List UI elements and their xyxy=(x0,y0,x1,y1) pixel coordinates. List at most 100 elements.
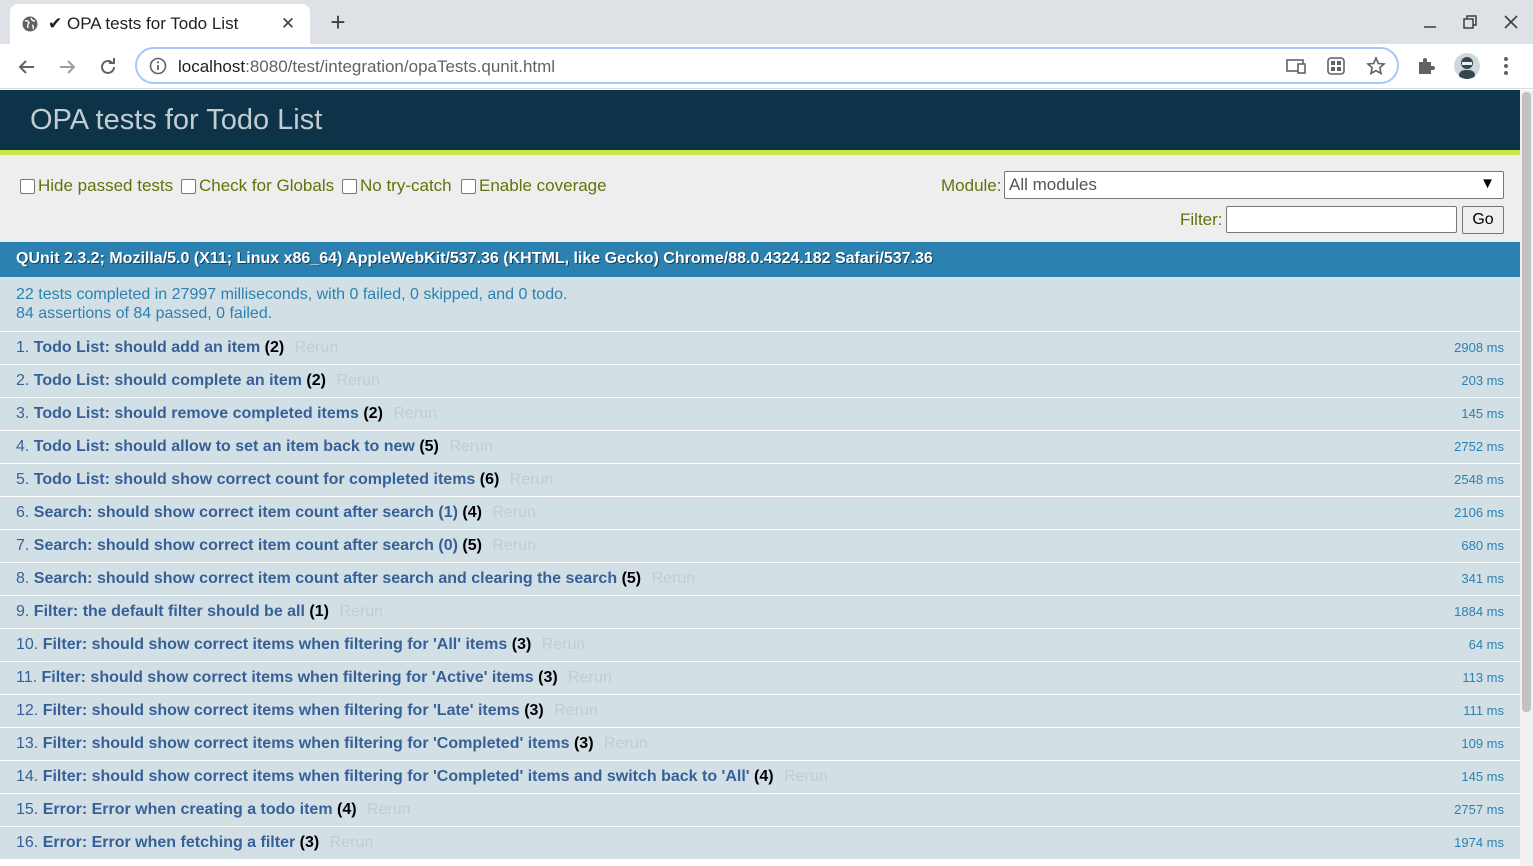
test-module: Filter: xyxy=(42,702,88,719)
test-number: 7. xyxy=(16,537,30,554)
test-runtime: 145 ms xyxy=(1461,406,1504,421)
test-assertion-count: (2) xyxy=(306,372,326,389)
test-number: 12. xyxy=(16,702,39,719)
rerun-link[interactable]: Rerun xyxy=(336,372,380,389)
test-name: Error when creating a todo item xyxy=(91,801,333,818)
page-content: OPA tests for Todo List Hide passed test… xyxy=(0,90,1520,866)
test-module: Todo List: xyxy=(33,471,110,488)
test-row[interactable]: 13. Filter: should show correct items wh… xyxy=(0,728,1520,761)
hide-passed-checkbox[interactable] xyxy=(20,178,35,194)
rerun-link[interactable]: Rerun xyxy=(492,504,536,521)
test-row[interactable]: 12. Filter: should show correct items wh… xyxy=(0,695,1520,728)
enable-coverage-checkbox[interactable] xyxy=(461,178,476,194)
test-row[interactable]: 5. Todo List: should show correct count … xyxy=(0,464,1520,497)
rerun-link[interactable]: Rerun xyxy=(652,570,696,587)
test-assertion-count: (5) xyxy=(419,438,439,455)
restore-icon[interactable] xyxy=(1456,8,1484,36)
test-row[interactable]: 14. Filter: should show correct items wh… xyxy=(0,761,1520,794)
new-tab-button[interactable]: + xyxy=(326,8,350,36)
rerun-link[interactable]: Rerun xyxy=(784,768,828,785)
page-title[interactable]: OPA tests for Todo List xyxy=(0,90,1520,150)
test-row[interactable]: 2. Todo List: should complete an item (2… xyxy=(0,365,1520,398)
test-row[interactable]: 6. Search: should show correct item coun… xyxy=(0,497,1520,530)
rerun-link[interactable]: Rerun xyxy=(510,471,554,488)
url-text[interactable]: localhost:8080/test/integration/opaTests… xyxy=(178,57,555,77)
test-name: the default filter should be all xyxy=(82,603,305,620)
test-row[interactable]: 7. Search: should show correct item coun… xyxy=(0,530,1520,563)
test-name: should show correct items when filtering… xyxy=(91,702,520,719)
test-row[interactable]: 15. Error: Error when creating a todo it… xyxy=(0,794,1520,827)
rerun-link[interactable]: Rerun xyxy=(295,339,339,356)
test-assertion-count: (5) xyxy=(621,570,642,587)
test-row[interactable]: 9. Filter: the default filter should be … xyxy=(0,596,1520,629)
test-assertion-count: (2) xyxy=(363,405,383,422)
go-button[interactable]: Go xyxy=(1462,206,1504,234)
test-row[interactable]: 1. Todo List: should add an item (2) Rer… xyxy=(0,332,1520,365)
test-name: should show correct item count after sea… xyxy=(96,504,458,521)
rerun-link[interactable]: Rerun xyxy=(339,603,383,620)
star-icon[interactable] xyxy=(1365,55,1387,77)
test-row[interactable]: 8. Search: should show correct item coun… xyxy=(0,563,1520,596)
test-list: 1. Todo List: should add an item (2) Rer… xyxy=(0,332,1520,860)
test-row[interactable]: 3. Todo List: should remove completed it… xyxy=(0,398,1520,431)
extensions-icon[interactable] xyxy=(1413,53,1439,79)
test-name: should remove completed items xyxy=(114,405,359,422)
info-icon[interactable] xyxy=(149,57,167,75)
rerun-link[interactable]: Rerun xyxy=(554,702,598,719)
module-select[interactable]: All modules ▼ xyxy=(1004,171,1504,199)
test-assertion-count: (2) xyxy=(264,339,285,356)
more-menu-icon[interactable] xyxy=(1493,53,1519,79)
user-agent: QUnit 2.3.2; Mozilla/5.0 (X11; Linux x86… xyxy=(0,242,1520,277)
test-name: should show correct items when filtering… xyxy=(91,768,750,785)
qr-code-icon[interactable] xyxy=(1325,55,1347,77)
test-number: 8. xyxy=(16,570,30,587)
rerun-link[interactable]: Rerun xyxy=(330,834,374,851)
rerun-link[interactable]: Rerun xyxy=(568,669,612,686)
test-name: should add an item xyxy=(114,339,261,356)
close-icon[interactable]: ✕ xyxy=(278,14,298,34)
test-assertion-count: (3) xyxy=(524,702,544,719)
test-row[interactable]: 4. Todo List: should allow to set an ite… xyxy=(0,431,1520,464)
forward-icon[interactable] xyxy=(52,52,82,82)
test-runtime: 145 ms xyxy=(1461,769,1504,784)
test-row[interactable]: 11. Filter: should show correct items wh… xyxy=(0,662,1520,695)
browser-tab[interactable]: ✔ OPA tests for Todo List ✕ xyxy=(10,4,310,44)
avatar[interactable] xyxy=(1454,53,1480,79)
check-globals-option[interactable]: Check for Globals xyxy=(181,176,334,196)
back-icon[interactable] xyxy=(12,52,42,82)
rerun-link[interactable]: Rerun xyxy=(492,537,536,554)
minimize-icon[interactable] xyxy=(1416,8,1444,36)
test-runtime: 1974 ms xyxy=(1454,835,1504,850)
no-try-catch-checkbox[interactable] xyxy=(342,178,357,194)
url-host: localhost xyxy=(178,57,246,76)
test-name: should complete an item xyxy=(114,372,302,389)
test-number: 11. xyxy=(16,669,38,686)
test-module: Search: xyxy=(33,537,93,554)
test-assertion-count: (3) xyxy=(511,636,532,653)
rerun-link[interactable]: Rerun xyxy=(367,801,411,818)
rerun-link[interactable]: Rerun xyxy=(393,405,437,422)
test-number: 5. xyxy=(16,471,30,488)
cast-icon[interactable] xyxy=(1285,55,1307,77)
test-module: Todo List: xyxy=(33,438,110,455)
test-name: should show correct items when filtering… xyxy=(91,636,508,653)
rerun-link[interactable]: Rerun xyxy=(449,438,493,455)
page-title-text: OPA tests for Todo List xyxy=(30,104,323,136)
scrollbar-thumb[interactable] xyxy=(1522,92,1531,712)
test-runtime: 2752 ms xyxy=(1454,439,1504,454)
filter-input[interactable] xyxy=(1226,206,1457,233)
scrollbar[interactable] xyxy=(1520,90,1533,866)
window-close-icon[interactable] xyxy=(1497,8,1525,36)
no-try-catch-option[interactable]: No try-catch xyxy=(342,176,452,196)
hide-passed-option[interactable]: Hide passed tests xyxy=(20,176,173,196)
test-row[interactable]: 16. Error: Error when fetching a filter … xyxy=(0,827,1520,860)
rerun-link[interactable]: Rerun xyxy=(604,735,648,752)
check-globals-checkbox[interactable] xyxy=(181,178,196,194)
test-number: 15. xyxy=(16,801,39,818)
enable-coverage-option[interactable]: Enable coverage xyxy=(461,176,607,196)
enable-coverage-label: Enable coverage xyxy=(479,176,607,195)
rerun-link[interactable]: Rerun xyxy=(542,636,586,653)
test-row[interactable]: 10. Filter: should show correct items wh… xyxy=(0,629,1520,662)
reload-icon[interactable] xyxy=(93,52,123,82)
address-bar[interactable]: localhost:8080/test/integration/opaTests… xyxy=(135,47,1399,84)
